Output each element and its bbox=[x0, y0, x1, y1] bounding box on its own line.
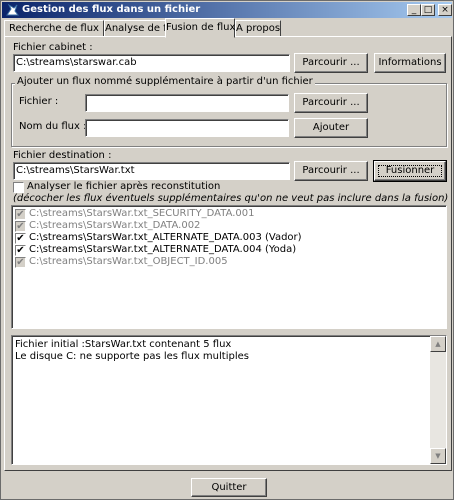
stream-label: C:\streams\StarsWar.txt_SECURITY_DATA.00… bbox=[29, 208, 255, 219]
stream-list[interactable]: ✔ C:\streams\StarsWar.txt_SECURITY_DATA.… bbox=[11, 205, 447, 329]
minimize-button[interactable]: _ bbox=[407, 4, 421, 16]
stream-label: C:\streams\StarsWar.txt_ALTERNATE_DATA.0… bbox=[29, 232, 302, 243]
stream-checkbox[interactable]: ✔ bbox=[15, 233, 26, 244]
cabinet-label: Fichier cabinet : bbox=[13, 42, 93, 53]
destination-label: Fichier destination : bbox=[13, 150, 112, 161]
cabinet-field[interactable]: C:\streams\starswar.cab bbox=[13, 54, 290, 72]
informations-button[interactable]: Informations bbox=[374, 53, 446, 73]
app-icon bbox=[6, 3, 19, 16]
stream-checkbox: ✔ bbox=[15, 257, 26, 268]
add-stream-group-title: Ajouter un flux nommé supplémentaire à p… bbox=[15, 76, 315, 88]
stream-checkbox[interactable]: ✔ bbox=[15, 245, 26, 256]
destination-browse-button[interactable]: Parcourir ... bbox=[294, 161, 368, 181]
merge-hint: (décocher les flux éventuels supplémenta… bbox=[13, 193, 449, 204]
main-window: Gestion des flux dans un fichier _ □ × R… bbox=[0, 0, 454, 500]
cabinet-browse-button[interactable]: Parcourir ... bbox=[294, 53, 368, 73]
scroll-up-icon[interactable]: ▲ bbox=[430, 336, 446, 352]
merge-button[interactable]: Fusionner bbox=[373, 160, 447, 182]
file-label: Fichier : bbox=[19, 96, 59, 107]
file-field[interactable] bbox=[85, 94, 289, 112]
tab-fusion[interactable]: Fusion de flux bbox=[165, 18, 235, 38]
maximize-button[interactable]: □ bbox=[421, 4, 435, 16]
stream-label: C:\streams\StarsWar.txt_ALTERNATE_DATA.0… bbox=[29, 244, 297, 255]
fusion-panel: Fichier cabinet : C:\streams\starswar.ca… bbox=[4, 36, 452, 471]
stream-name-field[interactable] bbox=[85, 119, 289, 137]
quit-button[interactable]: Quitter bbox=[191, 478, 267, 497]
tab-recherche[interactable]: Recherche de flux bbox=[4, 20, 104, 37]
stream-name-label: Nom du flux : bbox=[19, 121, 87, 132]
log-scrollbar[interactable]: ▲ ▼ bbox=[430, 336, 446, 464]
tab-analyse[interactable]: Analyse de flux bbox=[104, 20, 182, 37]
add-button[interactable]: Ajouter bbox=[294, 118, 368, 138]
title-bar: Gestion des flux dans un fichier _ □ × bbox=[2, 2, 452, 18]
stream-label: C:\streams\StarsWar.txt_OBJECT_ID.005 bbox=[29, 256, 228, 267]
add-stream-group bbox=[11, 83, 447, 147]
log-line: Fichier initial :StarsWar.txt contenant … bbox=[15, 339, 232, 350]
log-area[interactable]: Fichier initial :StarsWar.txt contenant … bbox=[11, 335, 447, 465]
analyze-checkbox[interactable] bbox=[13, 182, 24, 193]
analyze-label: Analyser le fichier après reconstitution bbox=[27, 181, 221, 192]
close-button[interactable]: × bbox=[438, 4, 452, 16]
stream-checkbox: ✔ bbox=[15, 209, 26, 220]
destination-field[interactable]: C:\streams\StarsWar.txt bbox=[13, 162, 290, 180]
log-line: Le disque C: ne supporte pas les flux mu… bbox=[15, 351, 249, 362]
window-title: Gestion des flux dans un fichier bbox=[22, 4, 201, 15]
scroll-down-icon[interactable]: ▼ bbox=[430, 448, 446, 464]
file-browse-button[interactable]: Parcourir ... bbox=[294, 93, 368, 113]
stream-checkbox: ✔ bbox=[15, 221, 26, 232]
tab-apropos[interactable]: A propos bbox=[235, 20, 281, 37]
stream-label: C:\streams\StarsWar.txt_DATA.002 bbox=[29, 220, 201, 231]
